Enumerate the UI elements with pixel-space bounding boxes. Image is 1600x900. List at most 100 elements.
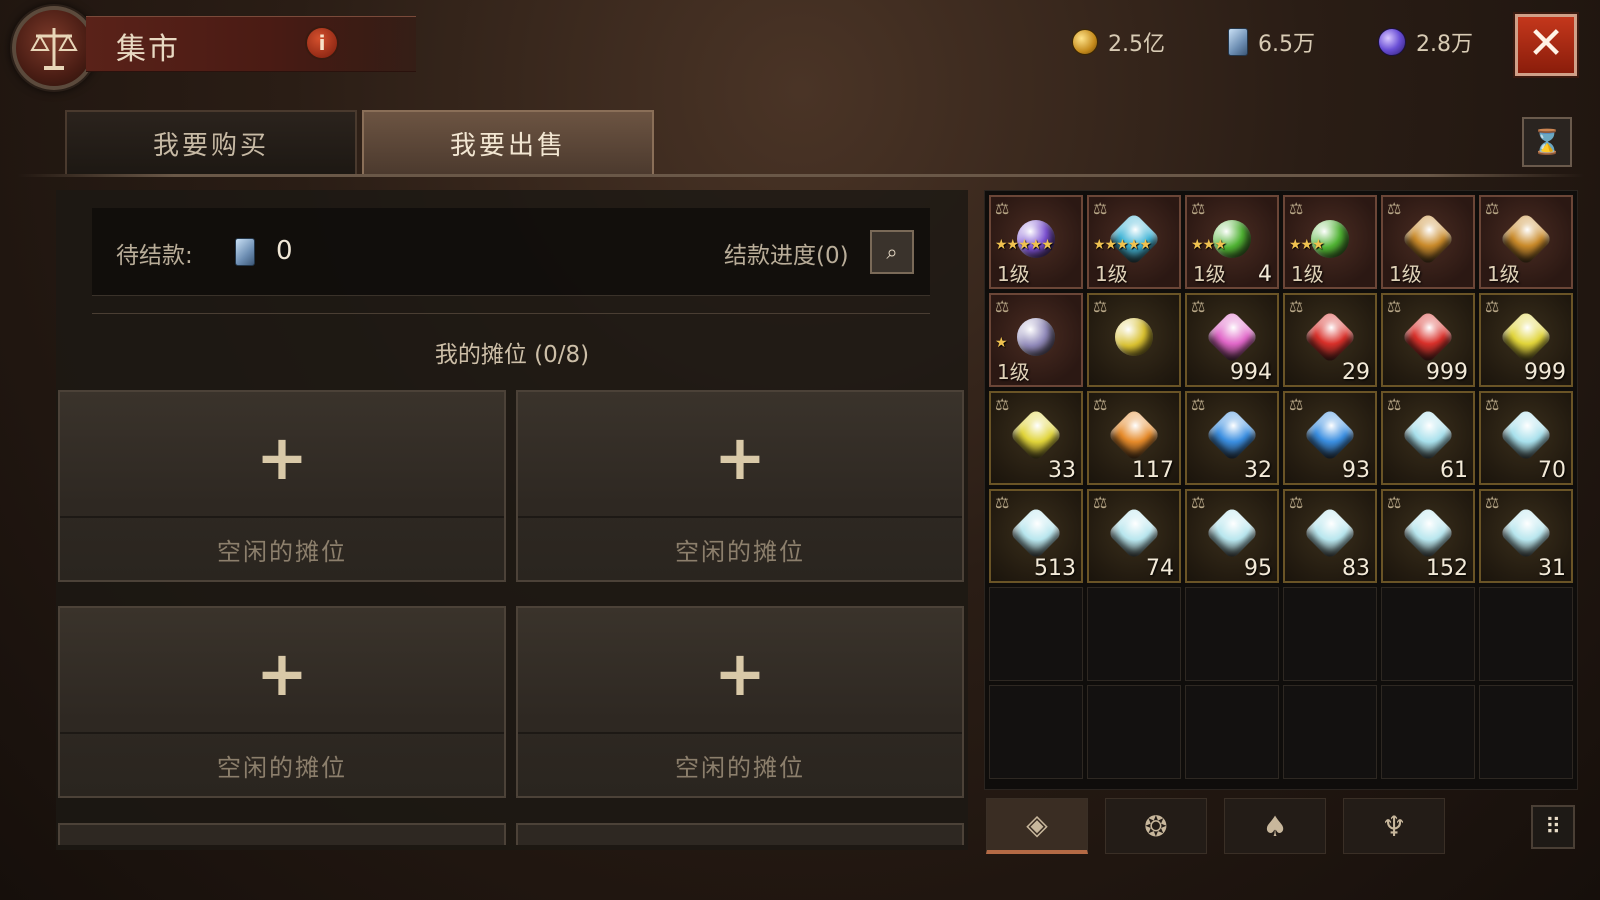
currency-gold: 2.5亿 (1072, 26, 1165, 58)
info-button[interactable]: i (305, 26, 339, 60)
inventory-item[interactable]: ⚖ 95 (1185, 489, 1279, 583)
stalls-title: 我的摊位 (0/8) (434, 342, 590, 368)
empty-inventory-slot[interactable] (1185, 685, 1279, 779)
item-count: 994 (1230, 360, 1272, 385)
inventory-item[interactable]: ⚖ 32 (1185, 391, 1279, 485)
settlement-progress-button[interactable]: ⌕ (870, 230, 914, 274)
tradeable-scale-icon: ⚖ (1093, 199, 1108, 218)
inventory-item[interactable]: ⚖ 61 (1381, 391, 1475, 485)
inventory-item[interactable]: ⚖ 29 (1283, 293, 1377, 387)
item-count: 70 (1538, 458, 1566, 483)
inventory-item[interactable]: ⚖ ★★★ 1级 4 (1185, 195, 1279, 289)
empty-inventory-slot[interactable] (1283, 587, 1377, 681)
stall-slot-5[interactable] (58, 823, 506, 845)
currency-ticket-value: 6.5万 (1258, 32, 1315, 57)
inventory-item[interactable]: ⚖ 1级 (1479, 195, 1573, 289)
item-count: 93 (1342, 458, 1370, 483)
tradeable-scale-icon: ⚖ (1387, 493, 1402, 512)
item-count: 83 (1342, 556, 1370, 581)
inventory-item[interactable]: ⚖ 1级 (1381, 195, 1475, 289)
ticket-icon (235, 238, 255, 266)
stall-slot-1[interactable]: + 空闲的摊位 (58, 390, 506, 582)
gem-icon (1499, 506, 1553, 560)
inventory-item[interactable]: ⚖ 33 (989, 391, 1083, 485)
gem-icon (1303, 506, 1357, 560)
grid-view-icon[interactable]: ⠿ (1531, 805, 1575, 849)
stall-slot-3[interactable]: + 空闲的摊位 (58, 606, 506, 798)
empty-inventory-slot[interactable] (1283, 685, 1377, 779)
inventory-item[interactable]: ⚖ ★★★★★ 1级 (989, 195, 1083, 289)
item-level: 1级 (1193, 262, 1226, 286)
gem-icon (1303, 408, 1357, 462)
stall-slot-2[interactable]: + 空闲的摊位 (516, 390, 964, 582)
item-level: 1级 (997, 360, 1030, 384)
tradeable-scale-icon: ⚖ (1289, 395, 1304, 414)
item-count: 117 (1132, 458, 1174, 483)
inventory-item[interactable]: ⚖ 999 (1381, 293, 1475, 387)
tradeable-scale-icon: ⚖ (1093, 297, 1108, 316)
gem-icon (1009, 408, 1063, 462)
empty-inventory-slot[interactable] (989, 685, 1083, 779)
inventory-item[interactable]: ⚖ ★★★ 1级 (1283, 195, 1377, 289)
inventory-item[interactable]: ⚖ (1087, 293, 1181, 387)
empty-inventory-slot[interactable] (1087, 685, 1181, 779)
empty-inventory-slot[interactable] (1479, 685, 1573, 779)
item-level: 1级 (1095, 262, 1128, 286)
gem-icon (1303, 310, 1357, 364)
bag-tab-icon[interactable]: ♠ (1224, 798, 1326, 854)
inventory-item[interactable]: ⚖ 513 (989, 489, 1083, 583)
tradeable-scale-icon: ⚖ (1387, 199, 1402, 218)
gem-icon (1205, 310, 1259, 364)
divider (92, 313, 930, 314)
rune-tab-icon[interactable]: ❂ (1105, 798, 1207, 854)
inventory-item[interactable]: ⚖ 83 (1283, 489, 1377, 583)
inventory-item[interactable]: ⚖ 999 (1479, 293, 1573, 387)
settlement-value: 0 (276, 236, 293, 266)
inventory-item[interactable]: ⚖ 152 (1381, 489, 1475, 583)
tradeable-scale-icon: ⚖ (1485, 297, 1500, 316)
demon-tab-icon[interactable]: ♆ (1343, 798, 1445, 854)
stall-slot-4[interactable]: + 空闲的摊位 (516, 606, 964, 798)
inventory-item[interactable]: ⚖ 117 (1087, 391, 1181, 485)
tradeable-scale-icon: ⚖ (995, 493, 1010, 512)
empty-inventory-slot[interactable] (1185, 587, 1279, 681)
empty-inventory-slot[interactable] (1381, 587, 1475, 681)
gem-icon (1115, 318, 1153, 356)
item-level: 1级 (1487, 262, 1520, 286)
inventory-item[interactable]: ⚖ ★★★★★ 1级 (1087, 195, 1181, 289)
star-rating: ★★★ (1289, 237, 1325, 253)
empty-inventory-slot[interactable] (1381, 685, 1475, 779)
stall-slot-6[interactable] (516, 823, 964, 845)
item-count: 513 (1034, 556, 1076, 581)
tab-buy[interactable]: 我要购买 (65, 110, 357, 174)
gem-icon (1401, 506, 1455, 560)
item-count: 999 (1524, 360, 1566, 385)
gem-tab-icon[interactable]: ◈ (986, 798, 1088, 854)
currency-orb-value: 2.8万 (1416, 32, 1473, 57)
tradeable-scale-icon: ⚖ (1387, 297, 1402, 316)
tab-sell[interactable]: 我要出售 (362, 110, 654, 174)
tradeable-scale-icon: ⚖ (1191, 493, 1206, 512)
empty-inventory-slot[interactable] (1087, 587, 1181, 681)
star-rating: ★★★★★ (995, 237, 1054, 253)
item-count: 29 (1342, 360, 1370, 385)
tradeable-scale-icon: ⚖ (1093, 395, 1108, 414)
inventory-item[interactable]: ⚖ 74 (1087, 489, 1181, 583)
item-count: 999 (1426, 360, 1468, 385)
history-icon[interactable]: ⌛ (1522, 117, 1572, 167)
inventory-item[interactable]: ⚖ 93 (1283, 391, 1377, 485)
gem-icon (1017, 318, 1055, 356)
star-rating: ★ (995, 335, 1008, 351)
inventory-item[interactable]: ⚖ 994 (1185, 293, 1279, 387)
inventory-item[interactable]: ⚖ 31 (1479, 489, 1573, 583)
tradeable-scale-icon: ⚖ (1289, 297, 1304, 316)
empty-inventory-slot[interactable] (989, 587, 1083, 681)
item-count: 31 (1538, 556, 1566, 581)
close-button[interactable]: ✕ (1515, 14, 1577, 76)
tradeable-scale-icon: ⚖ (995, 199, 1010, 218)
settlement-label: 待结款: (116, 243, 193, 269)
tradeable-scale-icon: ⚖ (1485, 493, 1500, 512)
inventory-item[interactable]: ⚖ ★ 1级 (989, 293, 1083, 387)
empty-inventory-slot[interactable] (1479, 587, 1573, 681)
inventory-item[interactable]: ⚖ 70 (1479, 391, 1573, 485)
